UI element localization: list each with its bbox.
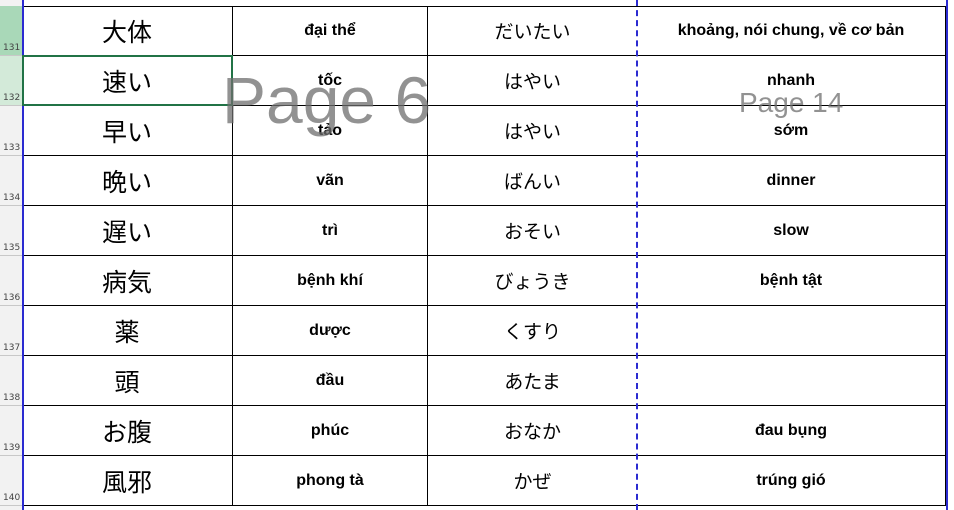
row-number[interactable]: 136: [0, 256, 22, 306]
table-row: 風邪 phong tà かぜ trúng gió: [22, 456, 946, 506]
kana-cell[interactable]: おなか: [428, 406, 637, 455]
hanviet-cell[interactable]: phúc: [233, 406, 428, 455]
row-number-label: 133: [3, 143, 21, 153]
kanji-cell[interactable]: 頭: [22, 356, 233, 405]
table-row: 大体 đại thể だいたい khoảng, nói chung, về cơ bả…: [22, 6, 946, 56]
row-number[interactable]: 135: [0, 206, 22, 256]
kanji-cell[interactable]: 速い: [22, 56, 233, 105]
row-number-label: 131: [3, 43, 21, 53]
table-row: 頭 đầu あたま: [22, 356, 946, 406]
hanviet-cell[interactable]: bệnh khí: [233, 256, 428, 305]
row-number-label: 137: [3, 343, 21, 353]
kanji-cell[interactable]: 風邪: [22, 456, 233, 505]
kanji-cell[interactable]: 晩い: [22, 156, 233, 205]
page-break-line: [636, 0, 638, 510]
kanji-cell[interactable]: 早い: [22, 106, 233, 155]
hanviet-cell[interactable]: tảo: [233, 106, 428, 155]
row-number[interactable]: 137: [0, 306, 22, 356]
row-number-label: 132: [3, 93, 21, 103]
row-number[interactable]: 133: [0, 106, 22, 156]
meaning-cell[interactable]: khoảng, nói chung, về cơ bản: [637, 6, 946, 55]
kana-cell[interactable]: びょうき: [428, 256, 637, 305]
row-number-label: 138: [3, 393, 21, 403]
meaning-cell[interactable]: đau bụng: [637, 406, 946, 455]
kanji-cell[interactable]: 遅い: [22, 206, 233, 255]
row-number-label: 140: [3, 493, 21, 503]
kana-cell[interactable]: おそい: [428, 206, 637, 255]
meaning-cell[interactable]: [637, 356, 946, 405]
print-area-left-edge: [22, 0, 24, 510]
kana-cell[interactable]: あたま: [428, 356, 637, 405]
meaning-cell[interactable]: bệnh tật: [637, 256, 946, 305]
row-number-label: 136: [3, 293, 21, 303]
table-row: お腹 phúc おなか đau bụng: [22, 406, 946, 456]
kana-cell[interactable]: かぜ: [428, 456, 637, 505]
hanviet-cell[interactable]: trì: [233, 206, 428, 255]
meaning-cell[interactable]: nhanh: [637, 56, 946, 105]
hanviet-cell[interactable]: tốc: [233, 56, 428, 105]
table-row: 早い tảo はやい sớm: [22, 106, 946, 156]
row-number[interactable]: 139: [0, 406, 22, 456]
table-row: 薬 dược くすり: [22, 306, 946, 356]
kanji-cell[interactable]: お腹: [22, 406, 233, 455]
kana-cell[interactable]: だいたい: [428, 6, 637, 55]
spreadsheet: 131 132 133 134 135 136 137 138 139 140 大体 đại thể…: [0, 0, 954, 510]
hanviet-cell[interactable]: phong tà: [233, 456, 428, 505]
table-row: 遅い trì おそい slow: [22, 206, 946, 256]
row-number-label: 139: [3, 443, 21, 453]
hanviet-cell[interactable]: dược: [233, 306, 428, 355]
row-number[interactable]: 140: [0, 456, 22, 506]
kanji-cell[interactable]: 大体: [22, 6, 233, 55]
hanviet-cell[interactable]: đại thể: [233, 6, 428, 55]
row-number-label: 134: [3, 193, 21, 203]
row-number-label: 135: [3, 243, 21, 253]
kanji-cell[interactable]: 病気: [22, 256, 233, 305]
kanji-cell[interactable]: 薬: [22, 306, 233, 355]
kana-cell[interactable]: はやい: [428, 56, 637, 105]
meaning-cell[interactable]: sớm: [637, 106, 946, 155]
kana-cell[interactable]: くすり: [428, 306, 637, 355]
kana-cell[interactable]: はやい: [428, 106, 637, 155]
table-row: 速い tốc はやい nhanh: [22, 56, 946, 106]
print-area-right-edge: [946, 0, 948, 510]
table-row: 晩い vãn ばんい dinner: [22, 156, 946, 206]
kana-cell[interactable]: ばんい: [428, 156, 637, 205]
row-number[interactable]: 132: [0, 56, 22, 106]
table-row: 病気 bệnh khí びょうき bệnh tật: [22, 256, 946, 306]
row-number[interactable]: 134: [0, 156, 22, 206]
meaning-cell[interactable]: dinner: [637, 156, 946, 205]
meaning-cell[interactable]: slow: [637, 206, 946, 255]
row-number[interactable]: 131: [0, 6, 22, 56]
hanviet-cell[interactable]: vãn: [233, 156, 428, 205]
meaning-cell[interactable]: trúng gió: [637, 456, 946, 505]
row-number[interactable]: 138: [0, 356, 22, 406]
meaning-cell[interactable]: [637, 306, 946, 355]
hanviet-cell[interactable]: đầu: [233, 356, 428, 405]
